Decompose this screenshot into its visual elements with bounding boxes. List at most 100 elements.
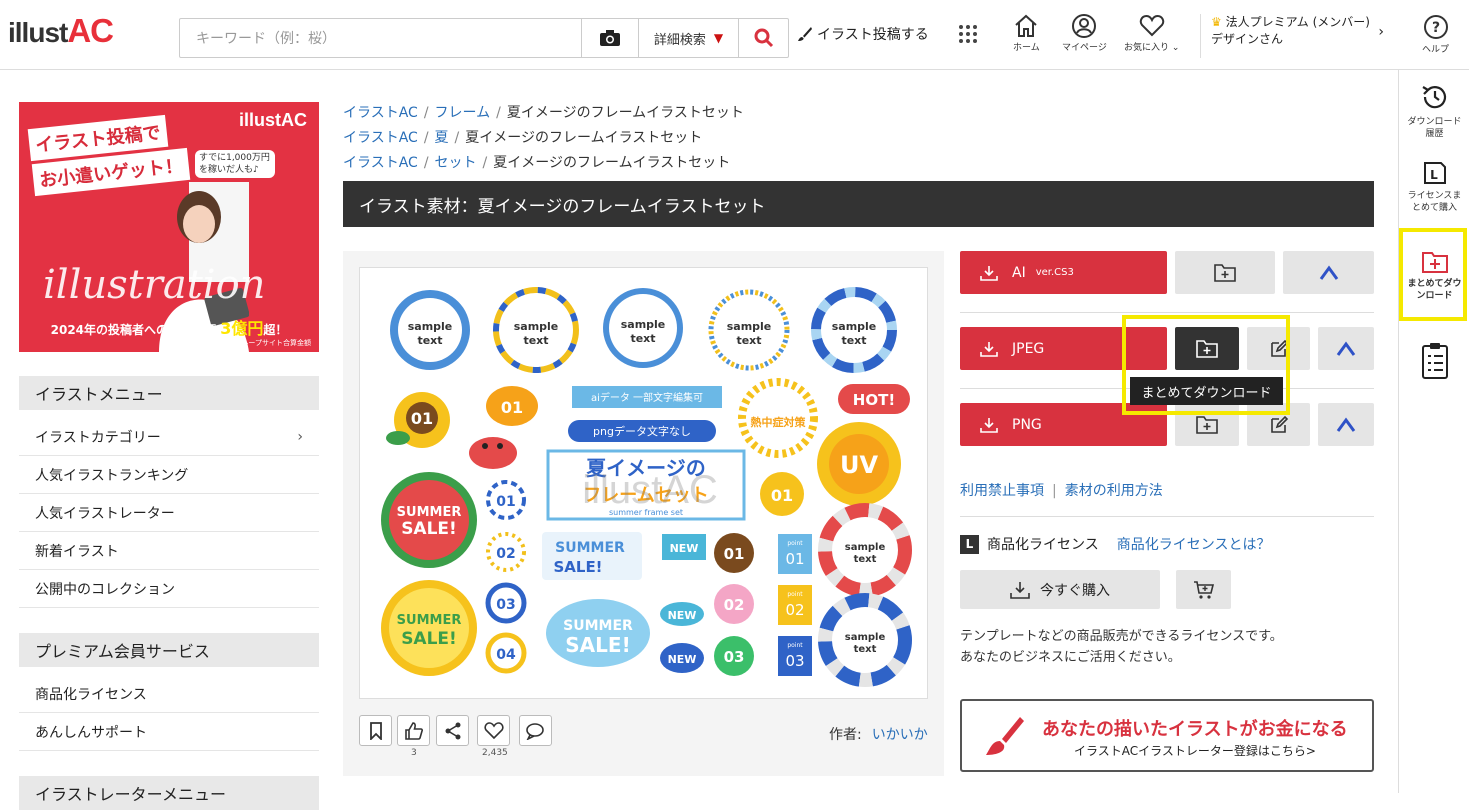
home-label: ホーム: [1013, 43, 1040, 53]
new-badge-text: NEW: [668, 609, 697, 622]
menu-item-support[interactable]: あんしんサポート: [19, 713, 319, 751]
illustrator-signup-banner[interactable]: あなたの描いたイラストがお金になる イラストACイラストレーター登録はこちら>: [960, 699, 1374, 772]
folder-plus-icon: [1196, 415, 1218, 434]
divider: [960, 516, 1374, 517]
usage-link[interactable]: 素材の利用方法: [1065, 483, 1163, 499]
frame-sample-text: sample: [621, 318, 666, 331]
search-input[interactable]: キーワード（例：桜）: [180, 19, 581, 57]
lemon-summer: SUMMER: [397, 613, 462, 628]
breadcrumb-root-link[interactable]: イラストAC: [343, 130, 418, 146]
favorite-button[interactable]: [477, 715, 510, 746]
breadcrumb-category-link[interactable]: セット: [435, 155, 477, 171]
watermelon-sale-text: SALE!: [401, 519, 457, 539]
license-label: 商品化ライセンス: [987, 537, 1099, 553]
frame-text-text: text: [630, 332, 655, 345]
folder-plus-icon: [1214, 263, 1236, 282]
banner-bubble: すでに1,000万円を稼いだ人も♪: [195, 150, 275, 178]
right-sidebar: ダウンロード履歴 L ライセンスまとめて購入 まとめてダウンロード: [1398, 70, 1469, 793]
site-logo[interactable]: illustAC: [8, 12, 114, 50]
menu-item-illustrators[interactable]: 人気イラストレーター: [19, 494, 319, 532]
license-badge-icon: L: [960, 534, 979, 554]
ai-version: ver.CS3: [1035, 267, 1074, 278]
ai-label: AI: [1012, 264, 1026, 281]
license-icon: L: [1423, 162, 1446, 184]
png-expand-button[interactable]: [1318, 403, 1374, 446]
summer-sale-tag: SUMMER SALE!: [542, 532, 642, 580]
search-submit-button[interactable]: [738, 19, 788, 57]
author-link[interactable]: いかいか: [872, 727, 928, 743]
ai-download-button[interactable]: AI ver.CS3: [960, 251, 1167, 294]
menu-item-license[interactable]: 商品化ライセンス: [19, 675, 319, 713]
post-illust-link[interactable]: イラスト投稿する: [797, 24, 929, 44]
comment-button[interactable]: [519, 715, 552, 746]
frame-text-text: text: [736, 334, 761, 347]
buy-now-label: 今すぐ購入: [1040, 582, 1110, 599]
like-button[interactable]: [397, 715, 430, 746]
heat-sun: 熱中症対策: [738, 378, 818, 458]
promo-banner[interactable]: イラスト投稿で お小遣いゲット！ illustAC すでに1,000万円を稼いだ…: [19, 102, 319, 352]
frame-text-text: text: [417, 334, 442, 347]
author-label: 作者:: [829, 727, 862, 743]
new-badge-3: NEW: [660, 643, 704, 673]
cloud-sale-text: SALE!: [565, 633, 630, 657]
camera-search-button[interactable]: [581, 19, 638, 57]
prohibited-link[interactable]: 利用禁止事項: [960, 483, 1044, 499]
crab: [469, 437, 517, 469]
menu-item-collections[interactable]: 公開中のコレクション: [19, 570, 319, 608]
crown-icon: ♛: [1211, 15, 1222, 29]
share-button[interactable]: [436, 715, 469, 746]
bubble-number: 01: [501, 398, 523, 417]
account-menu[interactable]: ♛ 法人プレミアム (メンバー) デザインさん ›: [1200, 14, 1384, 58]
mypage-button[interactable]: マイページ: [1062, 14, 1107, 53]
menu-item-ranking[interactable]: 人気イラストランキング: [19, 456, 319, 494]
hot-bubble: HOT!: [838, 384, 910, 414]
checklist-button[interactable]: [1399, 342, 1469, 380]
ai-add-to-bulk-button[interactable]: [1175, 251, 1275, 294]
buy-now-button[interactable]: 今すぐ購入: [960, 570, 1160, 609]
orange-bubble: 01: [486, 386, 538, 426]
flower-frame-1: sampletext: [390, 290, 470, 370]
download-history-button[interactable]: ダウンロード履歴: [1399, 82, 1469, 140]
detail-search-button[interactable]: 詳細検索 ▼: [638, 19, 738, 57]
breadcrumb-separator: /: [423, 105, 429, 121]
menu-item-category[interactable]: イラストカテゴリー ›: [19, 418, 319, 456]
breadcrumb-root-link[interactable]: イラストAC: [343, 155, 418, 171]
svg-text:L: L: [1430, 168, 1438, 182]
home-icon: [1015, 14, 1038, 37]
float-ring-blue: sampletext: [818, 593, 912, 687]
menu-item-label: 人気イラストランキング: [35, 467, 189, 484]
frame-set-illustration: sampletext sampletext sampletext samplet…: [381, 287, 912, 687]
license-info-link[interactable]: 商品化ライセンスとは？: [1117, 534, 1271, 554]
new-badge-text: NEW: [668, 653, 697, 666]
jpeg-expand-button[interactable]: [1318, 327, 1374, 370]
illust-menu-heading: イラストメニュー: [19, 376, 319, 410]
help-button[interactable]: ? ヘルプ: [1422, 14, 1449, 55]
breadcrumb-category-link[interactable]: フレーム: [435, 105, 491, 121]
share-icon: [445, 722, 460, 739]
home-button[interactable]: ホーム: [1013, 14, 1040, 53]
menu-item-new[interactable]: 新着イラスト: [19, 532, 319, 570]
dot-frame-4: sampletext: [708, 289, 790, 371]
point-number: 01: [785, 550, 804, 568]
apps-grid-button[interactable]: [958, 24, 978, 44]
breadcrumb-root-link[interactable]: イラストAC: [343, 105, 418, 121]
number-circle-text: 03: [496, 597, 515, 613]
new-badge-2: NEW: [660, 602, 704, 626]
download-icon: [980, 265, 998, 281]
bookmark-button[interactable]: [359, 715, 392, 746]
license-desc-line2: あなたのビジネスにご活用ください。: [960, 650, 1181, 665]
help-label: ヘルプ: [1422, 45, 1450, 55]
download-icon: [1010, 581, 1030, 599]
add-to-cart-button[interactable]: [1176, 570, 1231, 609]
favorites-label: お気に入り ⌄: [1124, 43, 1180, 53]
license-row: L 商品化ライセンス 商品化ライセンスとは？: [960, 534, 1270, 554]
illustration-preview[interactable]: sample text sample text sample text sample t…: [359, 267, 928, 699]
license-bulk-button[interactable]: L ライセンスまとめて購入: [1399, 160, 1469, 214]
favorites-button[interactable]: お気に入り ⌄: [1124, 14, 1179, 53]
breadcrumb: イラストAC / セット / 夏イメージのフレームイラストセット: [343, 152, 730, 172]
watermelon-summer: SUMMER: [397, 505, 462, 520]
ai-expand-button[interactable]: [1283, 251, 1374, 294]
breadcrumb-category-link[interactable]: 夏: [435, 130, 449, 146]
brush-icon: [798, 27, 812, 41]
chevron-right-icon: ›: [297, 428, 303, 445]
